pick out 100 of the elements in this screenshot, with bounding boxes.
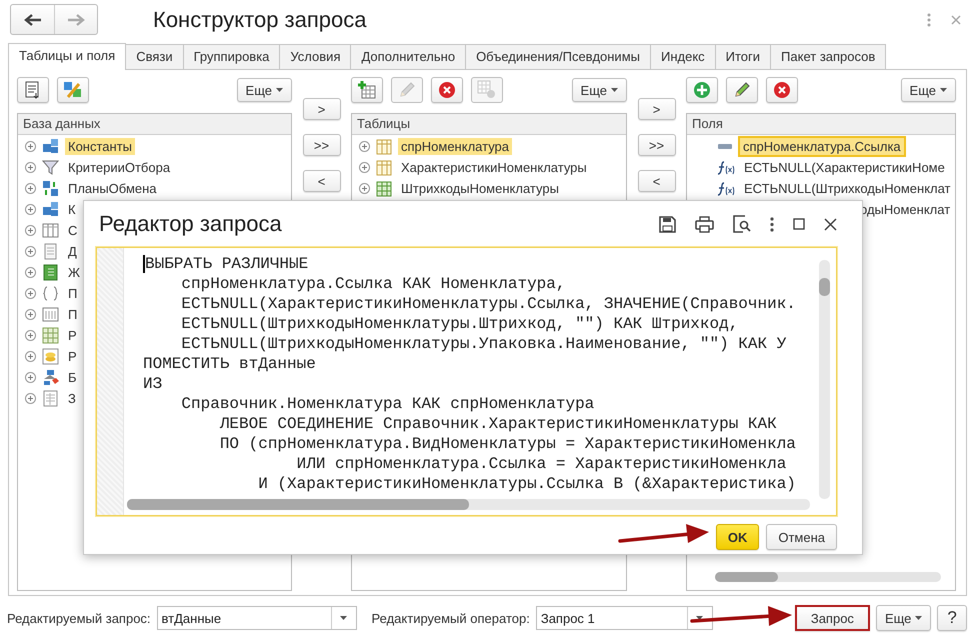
catalog-icon <box>42 222 59 239</box>
cancel-button[interactable]: Отмена <box>766 524 837 550</box>
field-item[interactable]: ЕСТЬNULL(ХарактеристикиНоме <box>741 159 948 176</box>
tree-item[interactable]: Р <box>65 327 80 344</box>
tree-item[interactable]: Д <box>65 243 80 260</box>
move-button[interactable]: > <box>302 98 340 120</box>
expand-icon[interactable] <box>25 372 36 383</box>
tree-item[interactable]: С <box>65 222 80 239</box>
horizontal-scrollbar[interactable] <box>715 572 941 582</box>
more-menu-icon[interactable] <box>770 216 774 232</box>
dialog-title: Редактор запроса <box>99 211 283 237</box>
preview-icon[interactable] <box>733 215 751 233</box>
toolbar-button[interactable] <box>686 77 718 103</box>
field-label: Редактируемый оператор: <box>372 610 530 626</box>
code-line: ИЗ <box>143 375 162 393</box>
tab[interactable]: Группировка <box>182 44 280 69</box>
operator-select[interactable]: Запрос 1 <box>536 606 713 630</box>
report-icon <box>42 390 59 407</box>
table-item[interactable]: ШтрихкодыНоменклатуры <box>398 180 562 197</box>
more-button[interactable]: Еще <box>236 78 292 102</box>
ok-button[interactable]: OK <box>716 524 760 550</box>
code-line: ПО (спрНоменклатура.ВидНоменклатуры = ХарактеристикиНоменкла <box>218 435 796 453</box>
tab[interactable]: Итоги <box>714 44 772 69</box>
more-button[interactable]: Еще <box>900 78 956 102</box>
toolbar-button[interactable] <box>726 77 758 103</box>
expand-icon[interactable] <box>25 330 36 341</box>
expand-icon[interactable] <box>25 351 36 362</box>
expand-icon[interactable] <box>25 246 36 257</box>
scroll-thumb[interactable] <box>715 572 778 582</box>
scroll-thumb[interactable] <box>819 278 830 296</box>
expand-icon[interactable] <box>25 162 36 173</box>
caret-icon <box>276 88 283 92</box>
expand-icon[interactable] <box>359 141 370 152</box>
expand-icon[interactable] <box>25 183 36 194</box>
save-icon[interactable] <box>659 216 676 232</box>
window-title: Конструктор запроса <box>153 6 368 32</box>
tab[interactable]: Пакет запросов <box>770 44 886 69</box>
field-item[interactable]: спрНоменклатура.Ссылка <box>740 138 904 155</box>
tree-item[interactable]: З <box>65 390 79 407</box>
tree-item[interactable]: Ж <box>65 264 84 281</box>
more-button[interactable]: Еще <box>876 605 932 631</box>
expand-icon[interactable] <box>25 225 36 236</box>
print-icon[interactable] <box>695 216 714 232</box>
forward-arrow-icon <box>67 14 85 26</box>
move-button[interactable]: > <box>638 98 676 120</box>
tab[interactable]: Таблицы и поля <box>8 43 126 70</box>
move-button[interactable]: >> <box>638 134 676 156</box>
coins-icon <box>42 348 59 365</box>
tab[interactable]: Условия <box>279 44 352 69</box>
tree-item[interactable]: П <box>65 285 80 302</box>
expand-icon[interactable] <box>359 162 370 173</box>
move-button[interactable]: >> <box>302 134 340 156</box>
tree-item[interactable]: ПланыОбмена <box>65 180 160 197</box>
toolbar-button[interactable] <box>431 77 463 103</box>
code-editor[interactable] <box>96 247 837 516</box>
braces-icon <box>42 285 59 302</box>
panel-header: База данных <box>18 114 291 135</box>
table-item[interactable]: спрНоменклатура <box>398 138 512 155</box>
vertical-scrollbar[interactable] <box>819 260 830 499</box>
journal-icon <box>42 264 59 281</box>
move-button[interactable]: < <box>302 170 340 192</box>
table-icon <box>376 160 392 176</box>
expand-icon[interactable] <box>25 309 36 320</box>
maximize-icon[interactable] <box>793 218 805 230</box>
query-button[interactable]: Запрос <box>794 605 870 631</box>
toolbar-button[interactable] <box>57 77 89 103</box>
caret-icon <box>696 616 704 620</box>
expand-icon[interactable] <box>25 393 36 404</box>
toolbar-button[interactable] <box>351 77 383 103</box>
tab[interactable]: Объединения/Псевдонимы <box>465 44 651 69</box>
table-item[interactable]: ХарактеристикиНоменклатуры <box>398 159 590 176</box>
expand-icon[interactable] <box>25 204 36 215</box>
tree-item[interactable]: П <box>65 306 80 323</box>
tree-item[interactable]: Р <box>65 348 80 365</box>
filter-icon <box>42 159 59 176</box>
toolbar-button[interactable] <box>17 77 49 103</box>
expand-icon[interactable] <box>359 183 370 194</box>
expand-icon[interactable] <box>25 288 36 299</box>
pencil-icon <box>733 81 751 99</box>
close-icon[interactable] <box>824 218 837 230</box>
expand-icon[interactable] <box>25 267 36 278</box>
expand-icon[interactable] <box>25 141 36 152</box>
tab[interactable]: Связи <box>125 44 184 69</box>
code-line: ЕСТЬNULL(ШтрихкодыНоменклатуры.Штрихкод, "") КАК Штрихкод, <box>180 315 738 333</box>
scroll-thumb[interactable] <box>127 499 468 510</box>
add-icon <box>693 81 711 99</box>
help-button[interactable]: ? <box>937 605 967 631</box>
tab[interactable]: Индекс <box>650 44 716 69</box>
query-select[interactable]: втДанные <box>156 606 357 630</box>
tab[interactable]: Дополнительно <box>350 44 466 69</box>
tree-item[interactable]: КритерииОтбора <box>65 159 174 176</box>
tree-item[interactable]: Б <box>65 369 80 386</box>
more-button[interactable]: Еще <box>572 78 627 102</box>
table-icon <box>376 180 392 196</box>
field-item[interactable]: ЕСТЬNULL(ШтрихкодыНоменклат <box>741 180 954 197</box>
toolbar-button[interactable] <box>766 77 798 103</box>
move-button[interactable]: < <box>638 170 676 192</box>
tree-item[interactable]: К <box>65 201 79 218</box>
tree-item[interactable]: Константы <box>65 138 135 155</box>
horizontal-scrollbar[interactable] <box>127 499 810 510</box>
